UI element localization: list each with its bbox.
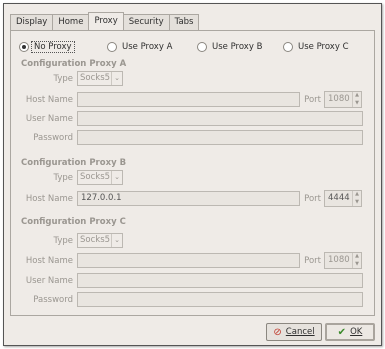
radio-label-no-proxy: No Proxy	[31, 40, 75, 53]
radio-label-use-proxy-c: Use Proxy C	[298, 41, 349, 52]
spin-down-icon[interactable]: ▼	[353, 199, 361, 207]
radio-label-use-proxy-b: Use Proxy B	[212, 41, 263, 52]
tab-proxy[interactable]: Proxy	[88, 12, 124, 30]
chevron-down-icon: ⌄	[111, 72, 122, 85]
radio-label-use-proxy-a: Use Proxy A	[122, 41, 173, 52]
tab-home[interactable]: Home	[52, 14, 90, 30]
port-label-a: Port	[304, 95, 321, 105]
password-label-c: Password	[33, 295, 73, 305]
user-input-c[interactable]	[77, 273, 363, 288]
type-label-c: Type	[53, 236, 73, 246]
tab-bar: Display Home Proxy Security Tabs	[10, 12, 200, 30]
tab-security[interactable]: Security	[122, 14, 170, 30]
password-input-c[interactable]	[77, 292, 363, 307]
type-select-c[interactable]: Socks5 ⌄	[77, 233, 123, 248]
spin-up-icon[interactable]: ▲	[353, 92, 361, 100]
chevron-down-icon: ⌄	[111, 171, 122, 184]
preferences-dialog: Display Home Proxy Security Tabs No Prox…	[3, 3, 382, 346]
radio-unchecked-icon	[283, 41, 293, 52]
port-label-c: Port	[304, 256, 321, 266]
tab-tabs[interactable]: Tabs	[168, 14, 200, 30]
spin-up-icon[interactable]: ▲	[353, 253, 361, 261]
chevron-down-icon: ⌄	[111, 234, 122, 247]
spin-up-icon[interactable]: ▲	[353, 191, 361, 199]
user-label-a: User Name	[25, 114, 73, 124]
radio-unchecked-icon	[107, 41, 117, 52]
radio-use-proxy-b[interactable]: Use Proxy B	[197, 40, 262, 53]
cancel-label: Cancel	[285, 327, 315, 337]
spin-down-icon[interactable]: ▼	[353, 100, 361, 108]
port-value-a: 1080	[328, 94, 350, 104]
radio-no-proxy[interactable]: No Proxy	[19, 40, 75, 53]
host-label-c: Host Name	[25, 256, 73, 266]
type-label-b: Type	[53, 173, 73, 183]
section-title-proxy-b: Configuration Proxy B	[21, 158, 127, 168]
type-label-a: Type	[53, 74, 73, 84]
port-spinner-b[interactable]: 4444 ▲ ▼	[324, 190, 362, 207]
section-title-proxy-a: Configuration Proxy A	[21, 59, 127, 69]
user-input-a[interactable]	[77, 111, 363, 126]
type-select-b-value: Socks5	[80, 172, 111, 182]
host-label-b: Host Name	[25, 194, 73, 204]
ok-button[interactable]: ✔ OK	[325, 323, 375, 341]
host-input-a[interactable]	[77, 92, 300, 107]
tab-display[interactable]: Display	[10, 14, 54, 30]
port-label-b: Port	[304, 194, 321, 204]
port-value-b: 4444	[328, 193, 350, 203]
password-input-a[interactable]	[77, 130, 363, 145]
port-spinner-c[interactable]: 1080 ▲ ▼	[324, 252, 362, 269]
user-label-c: User Name	[25, 276, 73, 286]
port-spinner-a[interactable]: 1080 ▲ ▼	[324, 91, 362, 108]
port-value-c: 1080	[328, 255, 350, 265]
spin-down-icon[interactable]: ▼	[353, 261, 361, 269]
host-label-a: Host Name	[25, 95, 73, 105]
host-input-c[interactable]	[77, 253, 300, 268]
radio-checked-icon	[19, 41, 29, 52]
radio-use-proxy-c[interactable]: Use Proxy C	[283, 40, 349, 53]
cancel-icon: ⊘	[273, 326, 282, 338]
type-select-a-value: Socks5	[80, 73, 111, 83]
type-select-c-value: Socks5	[80, 235, 111, 245]
section-title-proxy-c: Configuration Proxy C	[21, 217, 126, 227]
type-select-b[interactable]: Socks5 ⌄	[77, 170, 123, 185]
cancel-button[interactable]: ⊘ Cancel	[266, 323, 322, 341]
proxy-panel: No Proxy Use Proxy A Use Proxy B Use Pro…	[10, 30, 375, 316]
radio-unchecked-icon	[197, 41, 207, 52]
host-input-b[interactable]: 127.0.0.1	[77, 191, 300, 206]
ok-checkmark-icon: ✔	[337, 326, 347, 338]
type-select-a[interactable]: Socks5 ⌄	[77, 71, 123, 86]
ok-label: OK	[350, 327, 363, 337]
radio-use-proxy-a[interactable]: Use Proxy A	[107, 40, 172, 53]
password-label-a: Password	[33, 133, 73, 143]
